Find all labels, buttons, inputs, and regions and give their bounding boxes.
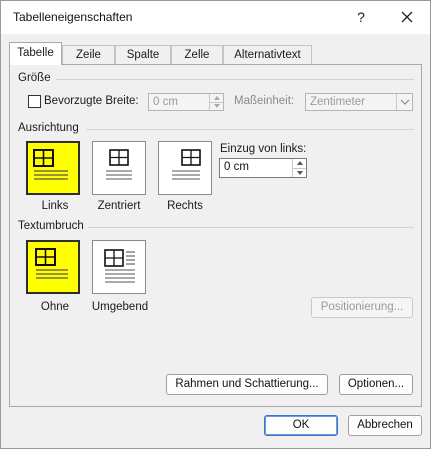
help-button[interactable]: ? (347, 4, 375, 30)
indent-spinner[interactable] (292, 159, 306, 177)
borders-shading-button[interactable]: Rahmen und Schattierung... (166, 374, 328, 395)
options-button[interactable]: Optionen... (339, 374, 413, 395)
wrap-none-label: Ohne (40, 301, 70, 313)
chevron-down-icon[interactable] (396, 94, 412, 110)
close-icon (401, 11, 413, 23)
dialog-title: Tabelleneigenschaften (13, 10, 133, 24)
align-left-label: Links (41, 200, 69, 212)
tab-spalte[interactable]: Spalte (115, 45, 171, 64)
unit-select[interactable]: Zentimeter (305, 93, 413, 111)
unit-value: Zentimeter (310, 96, 365, 108)
table-properties-dialog: Tabelleneigenschaften ? Tabelle Zeile Sp… (0, 0, 431, 449)
alignment-divider (86, 129, 414, 130)
text-wrap-around-icon (104, 249, 135, 283)
cancel-button[interactable]: Abbrechen (348, 415, 422, 436)
help-icon: ? (357, 9, 365, 25)
alignment-heading: Ausrichtung (18, 122, 79, 134)
size-divider (56, 79, 414, 80)
preferred-width-spinner[interactable] (209, 94, 223, 110)
indent-label: Einzug von links: (220, 143, 307, 155)
tab-zelle[interactable]: Zelle (171, 45, 223, 64)
tab-zeile[interactable]: Zeile (62, 45, 115, 64)
positioning-button[interactable]: Positionierung... (311, 297, 413, 318)
ok-button[interactable]: OK (264, 415, 338, 436)
table-align-right-icon (172, 149, 201, 180)
wrap-heading: Textumbruch (18, 220, 84, 232)
size-heading: Größe (18, 72, 51, 84)
wrap-around-option[interactable] (92, 240, 146, 294)
preferred-width-label[interactable]: Bevorzugte Breite: (44, 95, 139, 107)
spin-up-icon[interactable] (293, 159, 306, 168)
align-center-label: Zentriert (97, 200, 141, 212)
preferred-width-value: 0 cm (153, 96, 178, 108)
indent-input[interactable]: 0 cm (219, 158, 307, 178)
align-left-option[interactable] (26, 141, 80, 195)
table-align-center-icon (106, 149, 132, 180)
wrap-around-label: Umgebend (91, 301, 149, 313)
wrap-none-option[interactable] (26, 240, 80, 294)
spin-up-icon[interactable] (210, 94, 223, 102)
tab-tabelle[interactable]: Tabelle (9, 42, 62, 65)
tab-alternativtext[interactable]: Alternativtext (223, 45, 312, 64)
wrap-divider (88, 227, 414, 228)
spin-down-icon[interactable] (293, 167, 306, 178)
indent-value: 0 cm (224, 161, 249, 173)
tab-panel: Größe Bevorzugte Breite: 0 cm Maßeinheit… (9, 64, 422, 407)
preferred-width-checkbox[interactable] (28, 95, 41, 108)
preferred-width-input[interactable]: 0 cm (148, 93, 224, 111)
align-center-option[interactable] (92, 141, 146, 195)
title-bar: Tabelleneigenschaften ? (1, 1, 430, 34)
align-right-option[interactable] (158, 141, 212, 195)
text-wrap-none-icon (35, 248, 68, 279)
table-align-left-icon (33, 149, 68, 180)
close-button[interactable] (393, 4, 421, 30)
align-right-label: Rechts (167, 200, 203, 212)
spin-down-icon[interactable] (210, 101, 223, 111)
unit-label: Maßeinheit: (234, 95, 295, 107)
